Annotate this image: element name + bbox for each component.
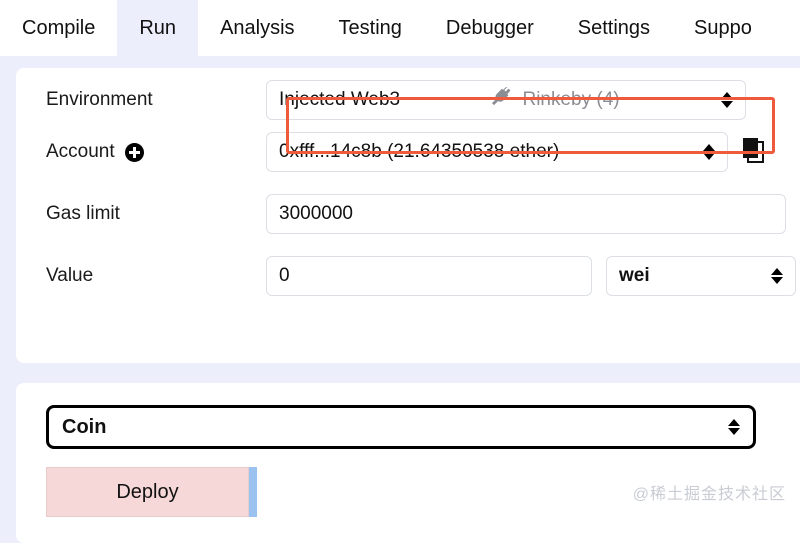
value-row: Value 0 wei bbox=[16, 254, 800, 298]
value-input[interactable]: 0 bbox=[266, 256, 592, 296]
plug-icon bbox=[491, 87, 513, 113]
contract-select[interactable]: Coin bbox=[46, 405, 756, 449]
tab-support[interactable]: Suppo bbox=[672, 0, 774, 56]
value-input-value: 0 bbox=[279, 265, 290, 286]
account-dropdown-arrows[interactable] bbox=[703, 144, 715, 160]
deploy-button[interactable]: Deploy bbox=[46, 467, 249, 517]
tab-settings[interactable]: Settings bbox=[555, 0, 673, 56]
environment-network-label: Rinkeby (4) bbox=[522, 89, 620, 110]
account-label-text: Account bbox=[46, 141, 115, 162]
account-row: Account 0xfff...14c8b (21.64350538 ether… bbox=[16, 130, 800, 174]
contract-card: Coin Deploy bbox=[16, 383, 800, 543]
deploy-constructor-args-input[interactable] bbox=[249, 467, 257, 517]
value-unit-dropdown-arrows[interactable] bbox=[771, 268, 783, 284]
gas-limit-row: Gas limit 3000000 bbox=[16, 192, 800, 236]
value-unit-selected: wei bbox=[619, 265, 650, 286]
contract-selected-value: Coin bbox=[62, 415, 107, 438]
account-select[interactable]: 0xfff...14c8b (21.64350538 ether) bbox=[266, 132, 728, 172]
tab-testing[interactable]: Testing bbox=[316, 0, 424, 56]
tab-compile[interactable]: Compile bbox=[0, 0, 118, 56]
value-label: Value bbox=[16, 265, 266, 287]
copy-icon[interactable] bbox=[742, 137, 764, 168]
value-label-text: Value bbox=[46, 265, 94, 286]
deploy-area: Deploy bbox=[46, 467, 257, 517]
environment-select-wrapper: Injected Web3 Rinkeby (4) bbox=[266, 80, 746, 120]
environment-label-text: Environment bbox=[46, 89, 153, 110]
tab-analysis[interactable]: Analysis bbox=[198, 0, 317, 56]
run-settings-card: Environment Injected Web3 Rinkeby (4) Ac… bbox=[16, 68, 800, 363]
environment-dropdown-arrows[interactable] bbox=[721, 92, 733, 108]
main-tab-bar: Compile Run Analysis Testing Debugger Se… bbox=[0, 0, 800, 56]
gas-limit-label-text: Gas limit bbox=[46, 203, 120, 224]
tab-debugger[interactable]: Debugger bbox=[423, 0, 556, 56]
environment-row: Environment Injected Web3 Rinkeby (4) bbox=[16, 78, 800, 122]
value-unit-select[interactable]: wei bbox=[606, 256, 796, 296]
deploy-button-label: Deploy bbox=[116, 480, 179, 503]
gas-limit-label: Gas limit bbox=[16, 203, 266, 225]
environment-select[interactable]: Injected Web3 Rinkeby (4) bbox=[266, 80, 746, 120]
plus-circle-icon[interactable] bbox=[124, 142, 144, 162]
contract-dropdown-arrows[interactable] bbox=[728, 419, 740, 435]
environment-label: Environment bbox=[16, 89, 266, 111]
gas-limit-value: 3000000 bbox=[279, 203, 353, 224]
account-label: Account bbox=[16, 141, 266, 163]
account-selected-value: 0xfff...14c8b (21.64350538 ether) bbox=[279, 141, 560, 162]
environment-network-status: Rinkeby (4) bbox=[491, 87, 620, 113]
tab-run[interactable]: Run bbox=[117, 0, 199, 56]
gas-limit-input[interactable]: 3000000 bbox=[266, 194, 786, 234]
watermark: @稀土掘金技术社区 bbox=[632, 486, 786, 503]
environment-selected-value: Injected Web3 bbox=[279, 89, 401, 110]
